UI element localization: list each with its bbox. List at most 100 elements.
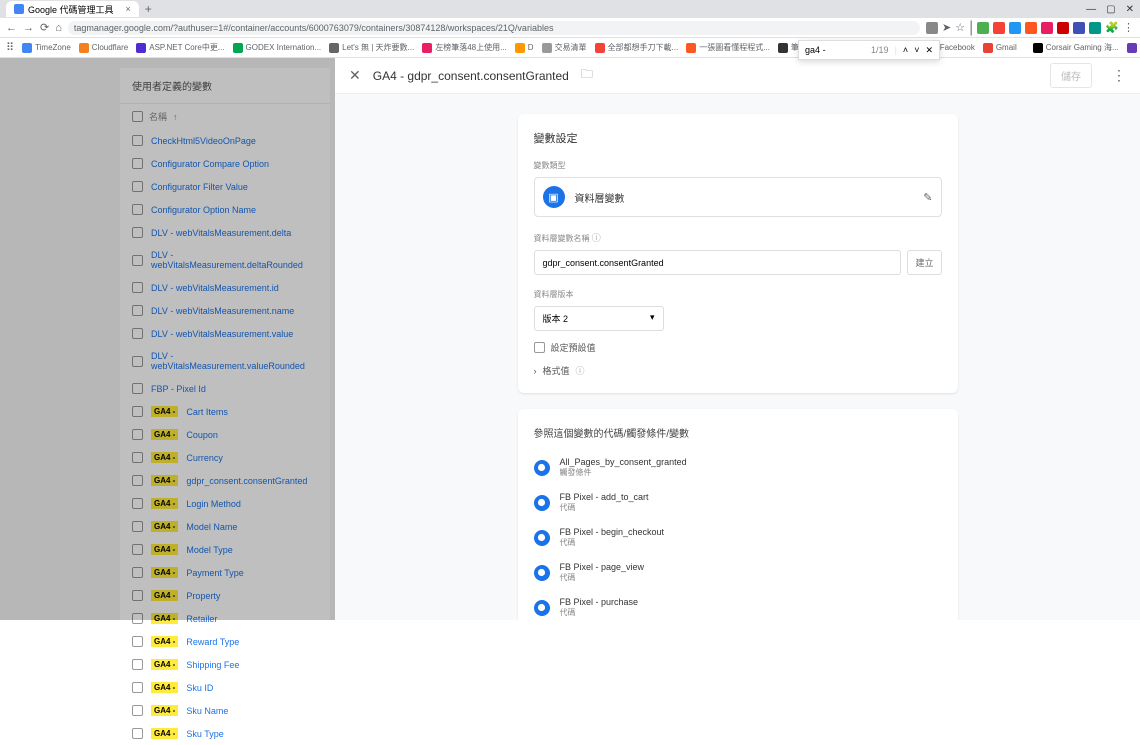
reference-icon [534,530,550,546]
variable-row[interactable]: GA4 - Sku Type [120,722,330,745]
window-close-icon[interactable]: ✕ [1126,4,1134,15]
page-content: 使用者定義的變數 名稱 ↑ CheckHtml5VideoOnPageConfi… [0,58,1140,620]
reference-name: FB Pixel - page_view [560,562,645,572]
ext-icon[interactable] [993,22,1005,34]
variable-row[interactable]: GA4 - Sku Name [120,699,330,722]
find-close-icon[interactable]: ✕ [925,45,933,56]
tab-favicon [14,4,24,14]
config-title: 變數設定 [534,130,942,146]
row-checkbox[interactable] [132,728,143,739]
reference-row[interactable]: All_Pages_by_consent_granted觸發條件 [534,450,942,485]
ext-icon[interactable] [1041,22,1053,34]
bookmark[interactable]: Cloudflare [79,43,128,53]
bookmark[interactable]: Gmail [983,43,1017,53]
find-input[interactable] [805,45,865,55]
default-value-checkbox[interactable] [534,342,545,353]
ext-icon[interactable] [1025,22,1037,34]
maximize-icon[interactable]: ▢ [1106,4,1115,15]
bookmark[interactable]: TimeZone [22,43,71,53]
bookmark[interactable]: Corsair Gaming 海... [1033,42,1119,53]
name-label: 資料層變數名稱 ⓘ [534,231,942,244]
help-icon[interactable]: ⓘ [592,233,601,243]
find-next-icon[interactable]: ˅ [914,45,919,55]
new-tab-button[interactable]: + [145,2,152,16]
ext-icon[interactable] [977,22,989,34]
bookmark[interactable]: GODEX Internation... [233,43,322,53]
close-icon[interactable]: ✕ [349,67,361,84]
ext-icon[interactable] [1009,22,1021,34]
variable-link[interactable]: Sku Type [186,729,223,739]
share-icon[interactable]: ➤ [942,21,951,34]
find-bar: 1/19 | ˄ ˅ ✕ [798,40,940,60]
forward-icon[interactable]: → [23,22,34,34]
reference-type: 代碼 [560,607,639,618]
bookmark[interactable]: ASP.NET Core中更... [136,42,224,53]
ga4-highlight: GA4 - [151,636,178,647]
ga4-highlight: GA4 - [151,728,178,739]
format-expand[interactable]: › 格式值 ⓘ [534,364,942,377]
tab-close-icon[interactable]: × [126,4,131,14]
variable-row[interactable]: GA4 - Shipping Fee [120,653,330,676]
ext-icon[interactable] [1089,22,1101,34]
minimize-icon[interactable]: — [1086,4,1096,15]
reference-row[interactable]: FB Pixel - page_view代碼 [534,555,942,590]
ext-icon[interactable] [926,22,938,34]
insert-variable-button[interactable]: 建立 [907,250,941,275]
variable-editor-panel: ✕ GA4 - gdpr_consent.consentGranted 🗀 儲存… [335,58,1140,620]
reference-icon [534,600,550,616]
find-prev-icon[interactable]: ˄ [903,45,908,55]
browser-tab[interactable]: Google 代碼管理工具 × [6,1,139,17]
variable-config-card: 變數設定 變數類型 ▣ 資料層變數 ✎ 資料層變數名稱 ⓘ 建立 資料層版本 版… [518,114,958,393]
bookmark[interactable]: Toby [1127,43,1140,53]
version-select[interactable]: 版本 2 ▾ [534,306,664,331]
reference-icon [534,565,550,581]
extension-icons: ➤ ☆ | 🧩 ⋮ [926,19,1134,37]
reference-icon [534,460,550,476]
row-checkbox[interactable] [132,636,143,647]
row-checkbox[interactable] [132,659,143,670]
more-menu-icon[interactable]: ⋮ [1112,67,1126,84]
bookmark[interactable]: 全部都想手刀下載... [595,42,679,53]
reload-icon[interactable]: ⟳ [40,21,49,34]
bookmark[interactable]: 一張圖看懂程程式... [686,42,770,53]
row-checkbox[interactable] [132,705,143,716]
variable-link[interactable]: Shipping Fee [186,660,239,670]
variable-link[interactable]: Sku ID [186,683,213,693]
variable-link[interactable]: Sku Name [186,706,228,716]
variable-row[interactable]: GA4 - Sku ID [120,676,330,699]
modal-header: ✕ GA4 - gdpr_consent.consentGranted 🗀 儲存… [335,58,1140,94]
reference-row[interactable]: FB Pixel - add_to_cart代碼 [534,485,942,520]
ext-icon[interactable] [1073,22,1085,34]
help-icon[interactable]: ⓘ [576,364,585,377]
menu-icon[interactable]: ⋮ [1123,21,1134,34]
home-icon[interactable]: ⌂ [55,22,62,34]
variable-type-row[interactable]: ▣ 資料層變數 ✎ [534,177,942,217]
bookmark[interactable]: 左榜筆落48上使用... [422,42,507,53]
folder-icon[interactable]: 🗀 [581,65,593,86]
reference-row[interactable]: FB Pixel - begin_checkout代碼 [534,520,942,555]
default-value-label: 設定預設值 [551,341,596,354]
reference-name: FB Pixel - add_to_cart [560,492,649,502]
variable-name-input[interactable] [534,250,902,275]
variable-link[interactable]: Reward Type [186,637,239,647]
ga4-highlight: GA4 - [151,659,178,670]
star-icon[interactable]: ☆ [955,21,965,34]
references-card: 參照這個變數的代碼/觸發條件/變數 All_Pages_by_consent_g… [518,409,958,620]
row-checkbox[interactable] [132,682,143,693]
back-icon[interactable]: ← [6,22,17,34]
find-count: 1/19 [871,45,889,55]
tab-title: Google 代碼管理工具 [28,3,114,16]
url-field[interactable]: tagmanager.google.com/?authuser=1#/conta… [68,21,920,35]
type-label: 變數類型 [534,160,942,171]
variable-row[interactable]: GA4 - Reward Type [120,630,330,653]
ext-icon[interactable] [1057,22,1069,34]
reference-row[interactable]: FB Pixel - purchase代碼 [534,590,942,620]
bookmark[interactable]: D [515,43,534,53]
bookmark[interactable]: 交易清單 [542,42,587,53]
extensions-icon[interactable]: 🧩 [1105,21,1119,34]
chevron-down-icon: ▾ [650,312,655,325]
bookmark[interactable]: Let's 無 | 天炸要數... [329,42,414,53]
edit-icon[interactable]: ✎ [923,191,932,204]
apps-icon[interactable]: ⠿ [6,41,14,54]
save-button[interactable]: 儲存 [1050,63,1092,88]
